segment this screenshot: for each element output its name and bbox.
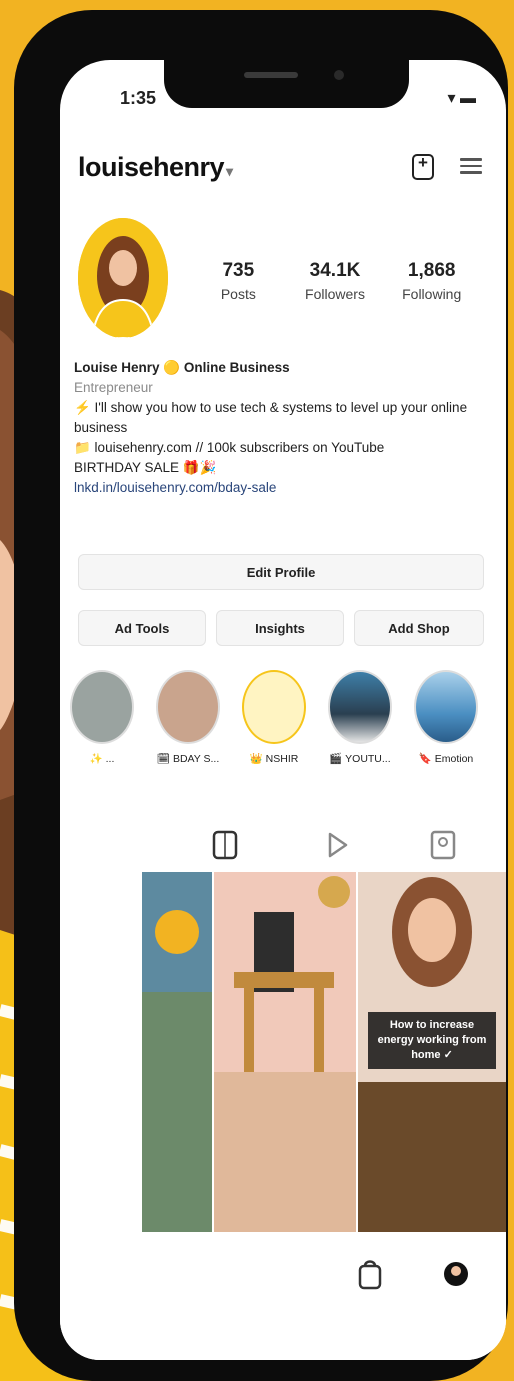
profile-header: louisehenry ▾ xyxy=(78,150,488,190)
following-stat[interactable]: 1,868 Following xyxy=(383,260,480,302)
profile-nav-icon[interactable] xyxy=(442,1256,470,1292)
post-image xyxy=(214,872,356,1232)
highlight-item[interactable]: 🗓 BDAY S... xyxy=(156,670,220,765)
highlight-label: 🗓 BDAY S... xyxy=(156,753,220,765)
status-time: 1:35 xyxy=(120,88,157,108)
speaker-grille xyxy=(244,72,298,78)
stat-value: 735 xyxy=(222,260,255,281)
avatar[interactable] xyxy=(78,218,168,338)
profile-avatar-icon xyxy=(444,1262,468,1286)
highlight-cover xyxy=(414,670,478,744)
hamburger-menu-icon[interactable] xyxy=(460,154,482,180)
profile-stats: 735 Posts 34.1K Followers 1,868 Followin… xyxy=(190,260,480,302)
highlight-cover xyxy=(328,670,392,744)
highlight-label: 🔖 Emotion xyxy=(418,753,474,765)
username-label: louisehenry xyxy=(78,152,225,182)
avatar-photo xyxy=(78,218,168,338)
highlight-cover xyxy=(156,670,220,744)
bio-line: 📁 louisehenry.com // 100k subscribers on… xyxy=(74,440,385,455)
reels-tab[interactable] xyxy=(322,828,352,862)
post-thumbnail[interactable] xyxy=(142,872,212,1232)
stat-label: Following xyxy=(402,286,462,302)
shopping-bag-icon xyxy=(358,1260,382,1290)
post-caption-overlay: How to increase energy working from home… xyxy=(368,1012,496,1069)
posts-stat[interactable]: 735 Posts xyxy=(190,260,287,302)
chevron-down-icon: ▾ xyxy=(226,163,233,179)
highlight-cover xyxy=(242,670,306,744)
phone-notch xyxy=(164,50,409,108)
bio-line: ⚡ I'll show you how to use tech & system… xyxy=(74,400,468,435)
tagged-tab[interactable] xyxy=(428,828,458,862)
bio-category: Entrepreneur xyxy=(74,380,153,395)
stat-value: 34.1K xyxy=(309,260,361,281)
highlight-label: 🎬 YOUTU... xyxy=(329,753,391,765)
add-post-icon[interactable] xyxy=(412,153,434,180)
highlight-label: 👑 NSHIR xyxy=(249,753,299,765)
posts-grid: How to increase energy working from home… xyxy=(60,872,506,1232)
stat-label: Followers xyxy=(305,286,365,302)
highlight-item[interactable]: 🎬 YOUTU... xyxy=(328,670,392,765)
front-camera xyxy=(334,70,344,80)
highlight-label: ✨ ... xyxy=(89,753,115,765)
username-switcher[interactable]: louisehenry ▾ xyxy=(78,152,233,183)
tagged-icon xyxy=(430,830,456,860)
add-shop-button[interactable]: Add Shop xyxy=(354,610,484,646)
post-thumbnail[interactable] xyxy=(214,872,356,1232)
ad-tools-button[interactable]: Ad Tools xyxy=(78,610,206,646)
story-highlights: ✨ ... 🗓 BDAY S... 👑 NSHIR 🎬 YOUTU... 🔖 E… xyxy=(60,670,506,810)
phone-screen: 1:35 ▾ ▬ louisehenry▾ 735 Posts 34.1K xyxy=(60,60,506,1360)
bio-name: Louise Henry 🟡 Online Business xyxy=(74,360,290,375)
highlight-item[interactable]: 🔖 Emotion xyxy=(414,670,478,765)
grid-tab[interactable] xyxy=(210,828,240,862)
bio-link[interactable]: lnkd.in/louisehenry.com/bday-sale xyxy=(74,478,494,498)
play-icon xyxy=(328,832,348,858)
insights-button[interactable]: Insights xyxy=(216,610,344,646)
profile-tabs xyxy=(60,820,506,870)
post-image xyxy=(142,872,212,1232)
highlight-item[interactable]: 👑 NSHIR xyxy=(242,670,306,765)
status-icons: ▾ ▬ xyxy=(447,90,476,107)
highlight-cover xyxy=(70,670,134,744)
post-thumbnail[interactable]: How to increase energy working from home… xyxy=(358,872,506,1232)
highlight-item[interactable]: ✨ ... xyxy=(70,670,134,765)
edit-profile-button[interactable]: Edit Profile xyxy=(78,554,484,590)
profile-bio: Louise Henry 🟡 Online Business Entrepren… xyxy=(74,358,494,498)
bio-line: BIRTHDAY SALE 🎁🎉 xyxy=(74,460,217,475)
shop-icon[interactable] xyxy=(356,1256,384,1292)
followers-stat[interactable]: 34.1K Followers xyxy=(287,260,384,302)
grid-icon xyxy=(212,830,238,860)
stat-label: Posts xyxy=(220,286,256,302)
bottom-navigation xyxy=(60,1236,506,1360)
stat-value: 1,868 xyxy=(407,260,456,281)
phone-frame: 1:35 ▾ ▬ louisehenry▾ 735 Posts 34.1K xyxy=(14,10,508,1381)
